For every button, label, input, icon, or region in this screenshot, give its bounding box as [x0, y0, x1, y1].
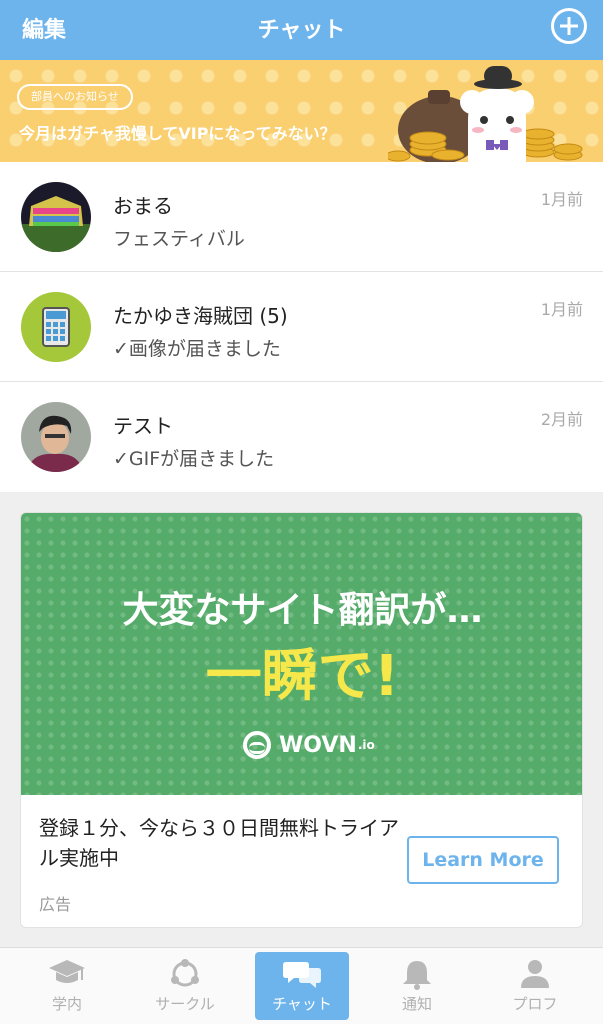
graduation-cap-icon — [49, 960, 85, 983]
tab-label: サークル — [155, 995, 215, 1013]
alpaca-mascot-icon — [388, 66, 583, 162]
tab-label: チャット — [272, 995, 332, 1013]
banner-tag: 部員へのお知らせ — [17, 84, 133, 110]
bell-icon — [403, 961, 431, 990]
circle-network-icon — [171, 959, 199, 987]
chat-row[interactable]: テスト ✓GIFが届きました 2月前 — [0, 382, 603, 492]
chat-list: おまる フェスティバル 1月前 たかゆき海賊団 (5) ✓画像が届きました 1月… — [0, 162, 603, 492]
banner-message: 今月はガチャ我慢してVIPになってみない？ — [19, 124, 336, 143]
ad-headline: 大変なサイト翻訳が… — [122, 590, 483, 631]
tab-chat[interactable]: チャット — [255, 952, 349, 1020]
chat-time: 1月前 — [540, 300, 583, 319]
ad-label: 広告 — [39, 895, 72, 914]
wovn-logo-icon — [243, 731, 271, 759]
chat-preview: フェスティバル — [113, 228, 245, 250]
ad-headline-emphasis: 一瞬で! — [205, 644, 400, 709]
wovn-logo: WOVN .io — [243, 731, 375, 759]
avatar — [21, 182, 91, 252]
chat-time: 2月前 — [540, 410, 583, 429]
chat-name: テスト — [113, 414, 173, 438]
logo-suffix: .io — [357, 738, 375, 752]
app-header: 編集 チャット — [0, 0, 603, 60]
chat-row[interactable]: たかゆき海賊団 (5) ✓画像が届きました 1月前 — [0, 272, 603, 382]
chat-row[interactable]: おまる フェスティバル 1月前 — [0, 162, 603, 272]
tab-campus[interactable]: 学内 — [20, 952, 114, 1020]
chat-time: 1月前 — [540, 190, 583, 209]
calculator-avatar-icon — [21, 292, 91, 362]
tab-notifications[interactable]: 通知 — [370, 952, 464, 1020]
ad-image[interactable]: 大変なサイト翻訳が… 一瞬で! WOVN .io — [21, 513, 582, 795]
add-chat-icon[interactable] — [551, 8, 587, 44]
avatar — [21, 402, 91, 472]
person-icon — [521, 960, 549, 988]
page-title: チャット — [257, 18, 346, 43]
ad-card[interactable]: 大変なサイト翻訳が… 一瞬で! WOVN .io 登録１分、今なら３０日間無料トラ… — [20, 512, 583, 928]
bottom-tab-bar: 学内 サークル チャット 通知 プロフ — [0, 947, 603, 1024]
ad-description: 登録１分、今なら３０日間無料トライアル実施中 — [39, 816, 399, 870]
logo-text: WOVN — [279, 732, 357, 758]
chat-bubbles-icon — [283, 962, 321, 988]
tab-circle[interactable]: サークル — [138, 952, 232, 1020]
chat-name: たかゆき海賊団 (5) — [113, 304, 288, 328]
tab-label: 通知 — [401, 995, 432, 1013]
tab-label: 学内 — [51, 995, 82, 1013]
tab-label: プロフ — [512, 995, 558, 1013]
learn-more-button[interactable]: Learn More — [407, 836, 559, 884]
tab-profile[interactable]: プロフ — [488, 952, 582, 1020]
chat-preview: ✓GIFが届きました — [113, 448, 275, 470]
chat-preview: ✓画像が届きました — [113, 338, 281, 360]
promo-banner[interactable]: 部員へのお知らせ 今月はガチャ我慢してVIPになってみない？ — [0, 60, 603, 162]
chat-name: おまる — [113, 194, 173, 218]
